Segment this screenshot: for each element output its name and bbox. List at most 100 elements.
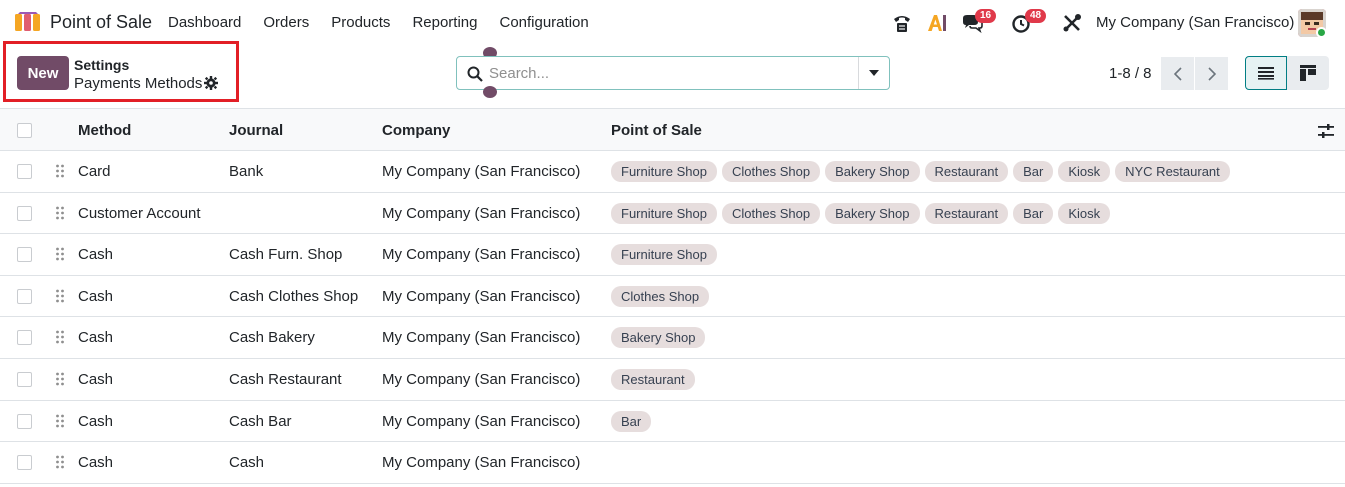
cell-point-of-sale[interactable]: Bakery Shop [611,327,706,349]
new-button[interactable]: New [17,56,69,90]
cell-method[interactable]: Card [78,163,111,180]
pos-tag: Bakery Shop [825,161,920,182]
cell-journal[interactable]: Bank [229,163,263,180]
drag-handle-icon[interactable] [55,164,65,178]
drag-handle-icon[interactable] [55,330,65,344]
table-body: Card Bank My Company (San Francisco) Furnit… [0,151,1345,484]
search-input[interactable] [489,58,859,88]
drag-handle-icon[interactable] [55,206,65,220]
pos-app-icon[interactable] [14,12,42,32]
list-view-button[interactable] [1245,56,1287,90]
pos-tag: Restaurant [611,368,695,390]
table-row[interactable]: Cash Cash Furn. Shop My Company (San Franc… [0,234,1345,276]
drag-handle-icon[interactable] [55,414,65,428]
optional-columns-icon[interactable] [1318,123,1334,139]
cell-company[interactable]: My Company (San Francisco) [382,454,580,471]
column-header-method[interactable]: Method [78,122,131,139]
cell-method[interactable]: Cash [78,413,113,430]
cell-journal[interactable]: Cash Clothes Shop [229,288,358,305]
tools-icon[interactable] [1061,12,1083,34]
menu-orders[interactable]: Orders [263,14,309,31]
breadcrumb-parent[interactable]: Settings [74,57,129,73]
search-options-toggle[interactable] [858,57,889,89]
menu-configuration[interactable]: Configuration [499,14,588,31]
kanban-view-button[interactable] [1287,56,1329,90]
pos-tag: Bar [1013,161,1054,182]
cell-method[interactable]: Customer Account [78,205,201,222]
table-row[interactable]: Customer Account My Company (San Francisc… [0,193,1345,235]
select-all-checkbox[interactable] [17,123,32,138]
pos-tag: NYC Restaurant [1115,161,1230,182]
cell-method[interactable]: Cash [78,246,113,263]
company-switcher[interactable]: My Company (San Francisco) [1096,14,1294,31]
cell-company[interactable]: My Company (San Francisco) [382,288,580,305]
table-row[interactable]: Cash Cash Bar My Company (San Francisco) Ba… [0,401,1345,443]
messages-indicator[interactable]: 16 [961,9,997,34]
pos-tag: Furniture Shop [611,202,717,224]
gear-icon[interactable] [204,76,218,90]
drag-handle-icon[interactable] [55,247,65,261]
pager-value[interactable]: 1-8 / 8 [1109,65,1152,82]
cell-journal[interactable]: Cash Restaurant [229,371,342,388]
app-name[interactable]: Point of Sale [50,12,152,33]
cell-method[interactable]: Cash [78,288,113,305]
cell-point-of-sale[interactable]: Restaurant [611,368,695,390]
menu-products[interactable]: Products [331,14,390,31]
cell-company[interactable]: My Company (San Francisco) [382,205,580,222]
column-header-point-of-sale[interactable]: Point of Sale [611,122,702,139]
cell-company[interactable]: My Company (San Francisco) [382,371,580,388]
cell-point-of-sale[interactable]: Bar [611,410,652,432]
menu-dashboard[interactable]: Dashboard [168,14,241,31]
cell-point-of-sale[interactable]: Furniture Shop Clothes Shop Bakery Shop Res… [611,202,1111,224]
search-icon [467,66,483,82]
pager-next-button[interactable] [1195,57,1228,90]
ai-icon[interactable] [926,12,948,34]
cell-method[interactable]: Cash [78,454,113,471]
cell-journal[interactable]: Cash Bakery [229,329,315,346]
table-row[interactable]: Cash Cash My Company (San Francisco) [0,442,1345,484]
cell-company[interactable]: My Company (San Francisco) [382,246,580,263]
table-row[interactable]: Cash Cash Restaurant My Company (San Franc… [0,359,1345,401]
drag-handle-bottom[interactable] [483,86,497,98]
cell-journal[interactable]: Cash Bar [229,413,292,430]
row-checkbox[interactable] [17,247,32,263]
cell-journal[interactable]: Cash [229,454,264,471]
cell-company[interactable]: My Company (San Francisco) [382,329,580,346]
table-row[interactable]: Cash Cash Clothes Shop My Company (San Fra… [0,276,1345,318]
main-menu: Dashboard Orders Products Reporting Conf… [168,14,611,31]
cell-company[interactable]: My Company (San Francisco) [382,163,580,180]
pager-previous-button[interactable] [1161,57,1194,90]
cell-point-of-sale[interactable]: Furniture Shop [611,244,717,266]
row-checkbox[interactable] [17,288,32,304]
table-row[interactable]: Cash Cash Bakery My Company (San Francisco… [0,317,1345,359]
drag-handle-icon[interactable] [55,372,65,386]
breadcrumb-current: Payments Methods [74,75,203,92]
cell-journal[interactable]: Cash Furn. Shop [229,246,342,263]
cell-point-of-sale[interactable]: Furniture Shop Clothes Shop Bakery Shop Res… [611,161,1230,182]
pos-tag: Clothes Shop [722,161,821,182]
pos-tag: Kiosk [1058,202,1111,224]
row-checkbox[interactable] [17,413,32,429]
column-header-company[interactable]: Company [382,122,450,139]
column-header-journal[interactable]: Journal [229,122,283,139]
row-checkbox[interactable] [17,371,32,387]
top-navbar: Point of Sale Dashboard Orders Products … [0,0,1345,46]
row-checkbox[interactable] [17,205,32,221]
row-checkbox[interactable] [17,164,32,179]
cell-method[interactable]: Cash [78,371,113,388]
pos-tag: Clothes Shop [722,202,821,224]
drag-handle-icon[interactable] [55,289,65,303]
activities-badge: 48 [1025,9,1047,23]
menu-reporting[interactable]: Reporting [412,14,477,31]
row-checkbox[interactable] [17,330,32,346]
row-checkbox[interactable] [17,455,32,471]
activities-indicator[interactable]: 48 [1011,9,1047,34]
cell-method[interactable]: Cash [78,329,113,346]
table-row[interactable]: Card Bank My Company (San Francisco) Furnit… [0,151,1345,193]
pos-tag: Bar [611,410,652,432]
drag-handle-icon[interactable] [55,455,65,469]
cell-company[interactable]: My Company (San Francisco) [382,413,580,430]
cell-point-of-sale[interactable]: Clothes Shop [611,285,710,307]
search-bar [456,56,890,90]
phone-icon[interactable] [891,12,913,34]
